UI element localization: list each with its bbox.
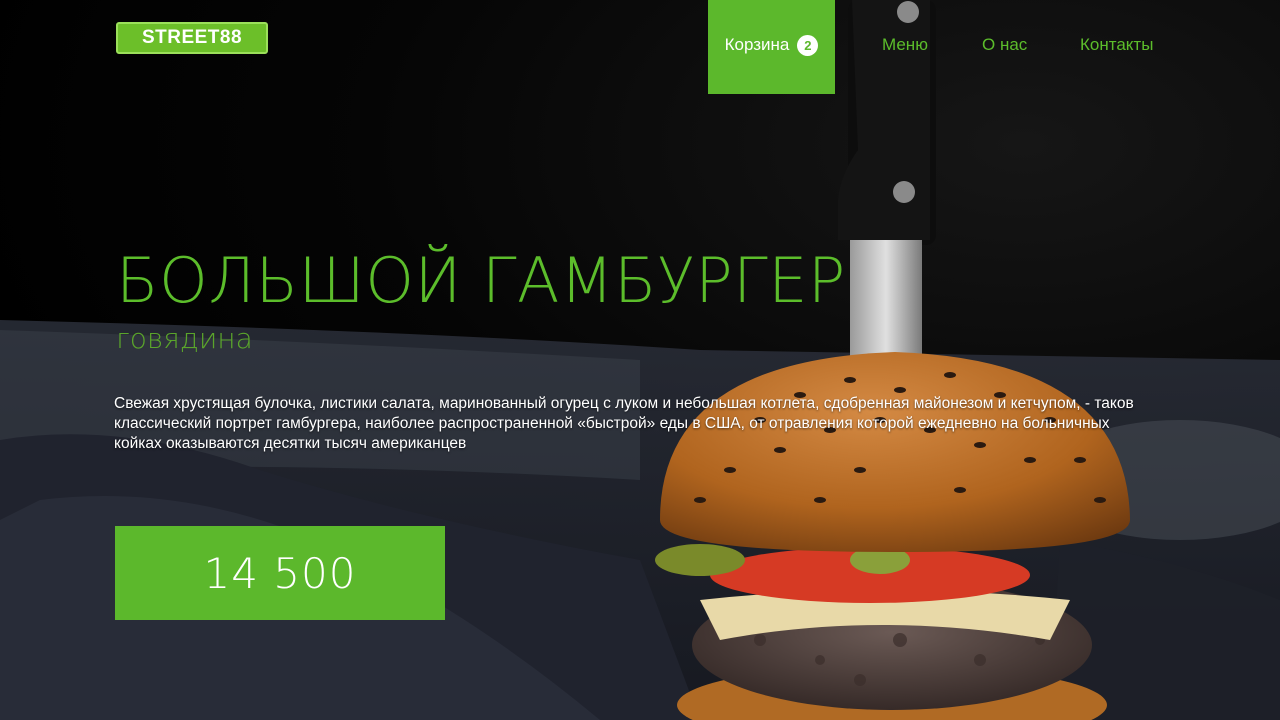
main-nav: Корзина 2 <box>708 0 835 94</box>
cart-count-badge: 2 <box>797 34 819 56</box>
product-title: БОЛЬШОЙ ГАМБУРГЕР <box>116 244 846 317</box>
cart-label: Корзина <box>724 35 790 54</box>
product-description: Свежая хрустящая булочка, листики салата… <box>114 395 1134 452</box>
product-subtitle: говядина <box>116 322 253 355</box>
nav-menu-link[interactable]: Меню <box>882 35 928 55</box>
cart-button[interactable]: Корзина 2 <box>708 0 835 94</box>
logo[interactable]: STREET88 <box>116 22 268 54</box>
nav-about-link[interactable]: О нас <box>982 35 1027 55</box>
nav-contacts-link[interactable]: Контакты <box>1080 35 1153 55</box>
price-button[interactable]: 14 500 <box>115 526 445 620</box>
